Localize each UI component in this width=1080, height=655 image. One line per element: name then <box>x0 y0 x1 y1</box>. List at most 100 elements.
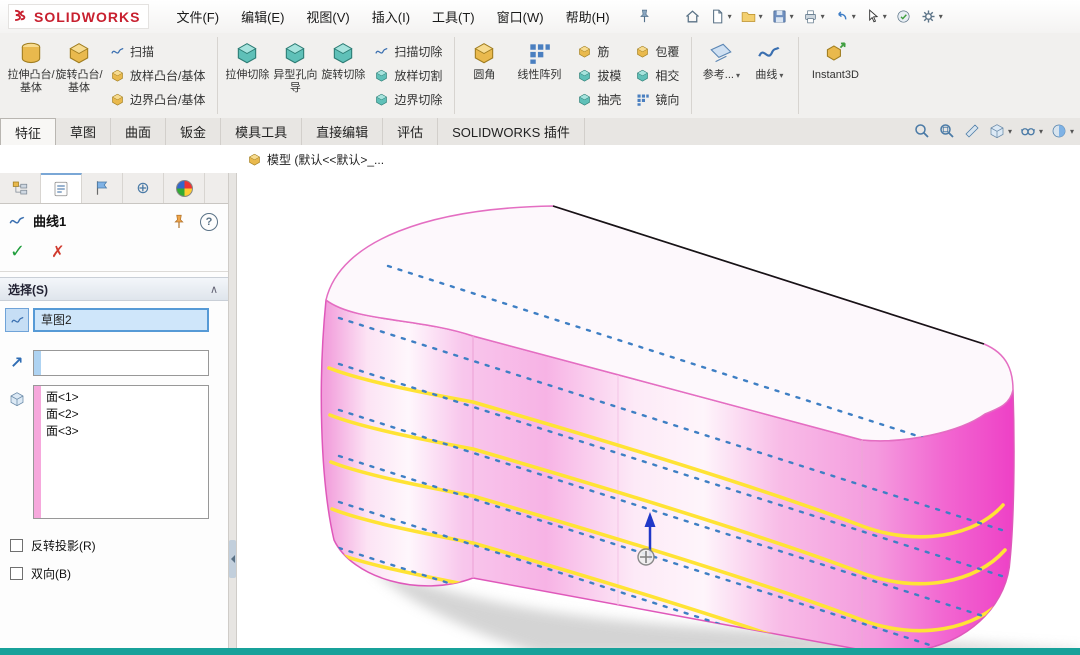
home-button[interactable] <box>681 5 704 29</box>
tab-sketch[interactable]: 草图 <box>56 118 111 145</box>
panel-collapse-handle[interactable] <box>229 540 236 578</box>
button-label: 包覆 <box>655 43 679 60</box>
swept-cut-button[interactable]: 扫描切除 <box>369 42 447 61</box>
boundary-cut-button[interactable]: 边界切除 <box>369 90 447 109</box>
face-list-item[interactable]: 面<3> <box>46 423 208 440</box>
revolved-cut-button[interactable]: 旋转切除 <box>319 36 367 115</box>
sketch-select-icon[interactable] <box>5 308 29 332</box>
tab-configurationmanager[interactable] <box>82 173 123 203</box>
dropdown-arrow[interactable]: ▾ <box>821 12 825 21</box>
open-button[interactable]: ▾ <box>737 5 766 29</box>
status-bar <box>0 648 1080 655</box>
faces-selection-list[interactable]: 面<1> 面<2> 面<3> <box>33 385 209 519</box>
direction-arrow-icon: ↗ <box>10 353 23 373</box>
draft-button[interactable]: 拔模 <box>572 66 626 85</box>
property-manager-panel: ⊕ 曲线1 ? ✓ ✗ 选择(S) ∧ 草图2 <box>0 173 228 648</box>
new-document-button[interactable]: ▾ <box>706 5 735 29</box>
breadcrumb[interactable]: 模型 (默认<<默认>_... <box>247 151 384 168</box>
panel-splitter[interactable] <box>228 173 237 648</box>
save-button[interactable]: ▾ <box>768 5 797 29</box>
tab-displaymanager[interactable] <box>164 173 205 203</box>
tab-dimxpert[interactable]: ⊕ <box>123 173 164 203</box>
dropdown-arrow[interactable]: ▾ <box>779 71 783 80</box>
menu-tools[interactable]: 工具(T) <box>421 1 486 32</box>
extruded-boss-button[interactable]: 拉伸凸台/基体 <box>7 36 55 115</box>
heads-up-view-toolbar: ▾ ▾ ▾ <box>911 121 1076 141</box>
menu-view[interactable]: 视图(V) <box>295 1 360 32</box>
keep-visible-pin-icon[interactable] <box>170 213 188 231</box>
menu-help[interactable]: 帮助(H) <box>555 1 621 32</box>
tab-sheet-metal[interactable]: 钣金 <box>166 118 221 145</box>
reverse-projection-row[interactable]: 反转投影(R) <box>10 537 96 554</box>
dropdown-arrow[interactable]: ▾ <box>1039 127 1043 136</box>
rebuild-button[interactable] <box>892 5 915 29</box>
select-button[interactable]: ▾ <box>861 5 890 29</box>
sketch-selection-field[interactable]: 草图2 <box>33 308 209 332</box>
rib-button[interactable]: 筋 <box>572 42 626 61</box>
lofted-cut-button[interactable]: 放样切割 <box>369 66 447 85</box>
pin-menubar-button[interactable] <box>635 7 655 27</box>
mirror-button[interactable]: 镜向 <box>630 90 684 109</box>
zoom-area-button[interactable] <box>936 121 958 141</box>
curves-button[interactable]: 曲线▾ <box>745 36 793 115</box>
hole-wizard-icon <box>282 40 308 66</box>
selection-section-header[interactable]: 选择(S) ∧ <box>0 277 228 301</box>
dropdown-arrow[interactable]: ▾ <box>1070 127 1074 136</box>
direction-selection-field[interactable] <box>33 350 209 376</box>
swept-boss-button[interactable]: 扫描 <box>105 42 210 61</box>
tab-direct-editing[interactable]: 直接编辑 <box>302 118 383 145</box>
shell-button[interactable]: 抽壳 <box>572 90 626 109</box>
linear-pattern-icon <box>526 40 552 66</box>
reference-geometry-button[interactable]: 参考...▾ <box>697 36 745 115</box>
dropdown-arrow[interactable]: ▾ <box>759 12 763 21</box>
revolved-boss-button[interactable]: 旋转凸台/基体 <box>55 36 103 115</box>
face-list-item[interactable]: 面<1> <box>46 389 208 406</box>
menu-insert[interactable]: 插入(I) <box>361 1 421 32</box>
dropdown-arrow[interactable]: ▾ <box>852 12 856 21</box>
dropdown-arrow[interactable]: ▾ <box>883 12 887 21</box>
help-icon[interactable]: ? <box>200 213 218 231</box>
chevron-up-icon[interactable]: ∧ <box>210 283 218 296</box>
model-viewport[interactable] <box>237 145 1080 648</box>
boundary-boss-button[interactable]: 边界凸台/基体 <box>105 90 210 109</box>
dropdown-arrow[interactable]: ▾ <box>939 12 943 21</box>
bidirectional-checkbox[interactable] <box>10 567 23 580</box>
menu-file[interactable]: 文件(F) <box>165 1 230 32</box>
appearances-button[interactable]: ▾ <box>1048 121 1076 141</box>
hide-show-items-button[interactable]: ▾ <box>1017 121 1045 141</box>
face-list-item[interactable]: 面<2> <box>46 406 208 423</box>
view-orientation-button[interactable]: ▾ <box>986 121 1014 141</box>
lofted-boss-button[interactable]: 放样凸台/基体 <box>105 66 210 85</box>
dropdown-arrow[interactable]: ▾ <box>790 12 794 21</box>
tab-mold-tools[interactable]: 模具工具 <box>221 118 302 145</box>
section-view-button[interactable] <box>961 121 983 141</box>
tab-features[interactable]: 特征 <box>0 118 56 145</box>
cancel-button[interactable]: ✗ <box>51 242 64 262</box>
dropdown-arrow[interactable]: ▾ <box>728 12 732 21</box>
bidirectional-row[interactable]: 双向(B) <box>10 565 71 582</box>
print-button[interactable]: ▾ <box>799 5 828 29</box>
intersect-button[interactable]: 相交 <box>630 66 684 85</box>
reverse-projection-checkbox[interactable] <box>10 539 23 552</box>
dropdown-arrow[interactable]: ▾ <box>1008 127 1012 136</box>
tab-surfaces[interactable]: 曲面 <box>111 118 166 145</box>
tab-solidworks-addins[interactable]: SOLIDWORKS 插件 <box>438 118 585 145</box>
tab-featuremanager-tree[interactable] <box>0 173 41 203</box>
options-button[interactable]: ▾ <box>917 5 946 29</box>
extruded-cut-button[interactable]: 拉伸切除 <box>223 36 271 115</box>
menu-window[interactable]: 窗口(W) <box>486 1 555 32</box>
dropdown-arrow[interactable]: ▾ <box>736 71 740 80</box>
tab-propertymanager[interactable] <box>41 173 82 203</box>
fillet-button[interactable]: 圆角 <box>460 36 508 115</box>
zoom-fit-button[interactable] <box>911 121 933 141</box>
ok-button[interactable]: ✓ <box>10 241 25 262</box>
ds-logo-icon <box>13 8 30 25</box>
instant3d-button[interactable]: Instant3D <box>804 36 866 115</box>
face-select-icon <box>5 387 29 411</box>
linear-pattern-button[interactable]: 线性阵列 <box>508 36 570 115</box>
hole-wizard-button[interactable]: 异型孔向导 <box>271 36 319 115</box>
wrap-button[interactable]: 包覆 <box>630 42 684 61</box>
undo-button[interactable]: ▾ <box>830 5 859 29</box>
menu-edit[interactable]: 编辑(E) <box>230 1 295 32</box>
tab-evaluate[interactable]: 评估 <box>383 118 438 145</box>
